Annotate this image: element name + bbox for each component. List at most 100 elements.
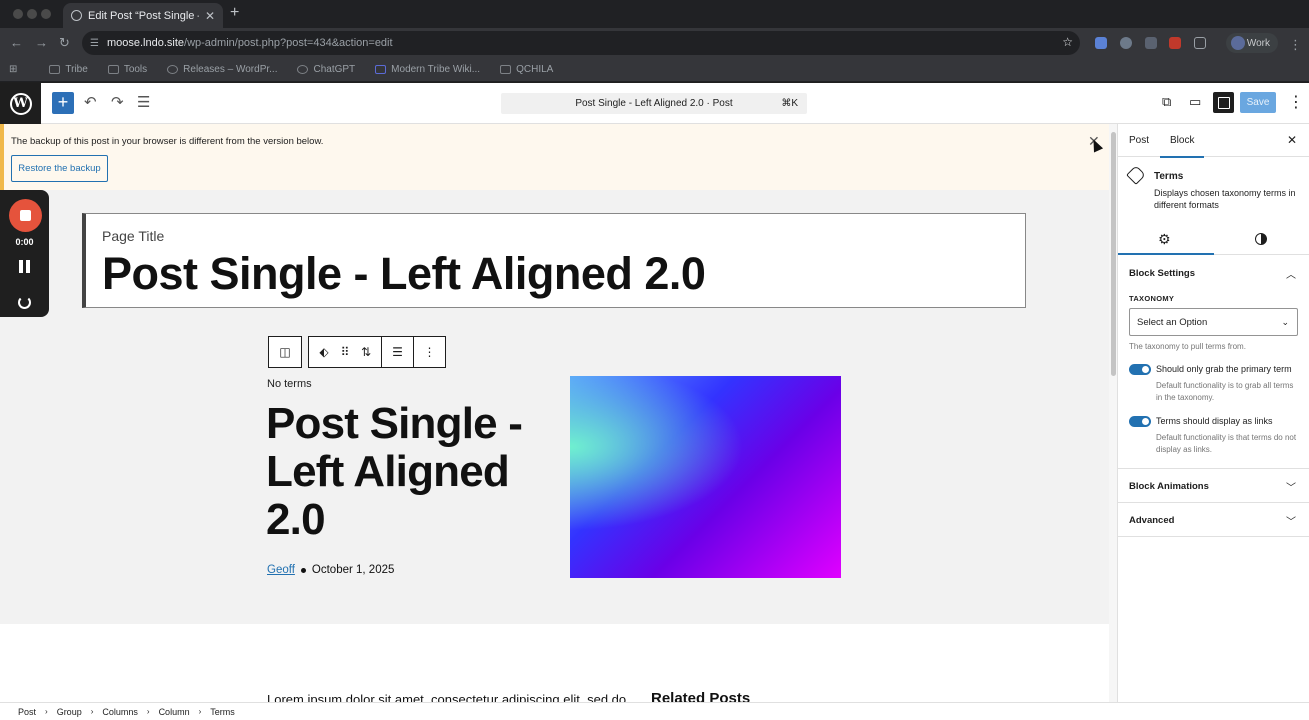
document-overview-icon[interactable]: ☰: [137, 94, 150, 112]
block-toolbar: ◫ ⬖ ⠿ ⇅ ☰ ⋮: [268, 336, 446, 368]
extension-icon[interactable]: [1120, 37, 1132, 49]
url-path: /wp-admin/post.php?post=434&action=edit: [184, 37, 393, 49]
new-tab-icon[interactable]: +: [230, 4, 239, 22]
restart-icon[interactable]: [18, 296, 31, 309]
window-minimize-button[interactable]: [27, 9, 37, 19]
settings-toggle-button[interactable]: [1213, 92, 1234, 113]
options-menu-icon[interactable]: ⋮: [1288, 92, 1304, 112]
tag-icon[interactable]: ⬖: [309, 337, 339, 367]
scrollbar-thumb[interactable]: [1111, 132, 1116, 376]
block-name: Terms: [1154, 171, 1184, 182]
site-info-icon[interactable]: ☰: [90, 38, 99, 49]
advanced-panel[interactable]: Advanced: [1129, 515, 1174, 526]
taxonomy-select[interactable]: Select an Option ⌄: [1129, 308, 1298, 336]
back-arrow-icon[interactable]: ←: [10, 35, 23, 50]
bookmark-item[interactable]: ChatGPT: [297, 64, 355, 75]
block-inserter-button[interactable]: +: [52, 92, 74, 114]
bookmark-star-icon[interactable]: ☆: [1062, 35, 1073, 49]
move-up-down-icon[interactable]: ⇅: [351, 337, 381, 367]
author-link[interactable]: Geoff: [267, 564, 295, 576]
bookmark-item[interactable]: QCHILA: [500, 64, 553, 75]
restore-backup-button[interactable]: Restore the backup: [11, 155, 108, 182]
page-title[interactable]: Post Single - Left Aligned 2.0: [102, 248, 706, 300]
bookmark-item[interactable]: Tribe: [49, 64, 88, 75]
block-settings-heading[interactable]: Block Settings: [1129, 268, 1195, 279]
breadcrumb-item[interactable]: Post: [18, 707, 36, 717]
url-host: moose.lndo.site: [106, 37, 185, 49]
folder-icon: [107, 65, 119, 74]
page-title-block[interactable]: Page Title Post Single - Left Aligned 2.…: [82, 213, 1026, 308]
pause-icon[interactable]: [19, 260, 30, 273]
wordpress-logo-button[interactable]: W: [0, 83, 41, 124]
extension-icon[interactable]: [1145, 37, 1157, 49]
chevron-right-icon: ›: [146, 707, 150, 716]
extension-icon[interactable]: [1095, 37, 1107, 49]
window-zoom-button[interactable]: [41, 9, 51, 19]
reload-icon[interactable]: ↻: [59, 35, 70, 51]
primary-term-toggle[interactable]: [1129, 364, 1151, 375]
tab-block[interactable]: Block: [1159, 135, 1206, 158]
editor-canvas[interactable]: The backup of this post in your browser …: [0, 124, 1109, 702]
block-description: Displays chosen taxonomy terms in differ…: [1154, 188, 1296, 210]
bookmark-item[interactable]: Releases – WordPr...: [167, 64, 277, 75]
tab-favicon-icon: [71, 10, 82, 21]
chatgpt-icon: [297, 65, 309, 74]
post-date: October 1, 2025: [311, 564, 395, 576]
chevron-down-icon[interactable]: ﹀: [1286, 513, 1296, 528]
drag-handle-icon[interactable]: ⠿: [339, 337, 351, 367]
forward-arrow-icon[interactable]: →: [35, 35, 48, 50]
terms-block[interactable]: No terms: [267, 378, 312, 390]
panel-divider: [1118, 536, 1309, 537]
gear-icon[interactable]: ⚙: [1158, 231, 1171, 248]
extension-icon[interactable]: [1169, 37, 1181, 49]
active-tab-indicator: [1118, 253, 1214, 255]
post-content-paragraph[interactable]: Lorem ipsum dolor sit amet, consectetur …: [267, 692, 626, 702]
post-title-heading[interactable]: Post Single - Left Aligned 2.0: [266, 400, 556, 544]
browser-tab-active[interactable]: Edit Post “Post Single – Left A ✕: [63, 3, 223, 28]
window-close-button[interactable]: [13, 9, 23, 19]
bookmark-item[interactable]: Tools: [107, 64, 147, 75]
profile-button[interactable]: Work: [1226, 33, 1278, 53]
block-options-icon[interactable]: ⋮: [413, 337, 445, 367]
undo-icon[interactable]: ↶: [84, 94, 97, 112]
links-label: Terms should display as links: [1156, 416, 1273, 426]
stop-recording-button[interactable]: [9, 199, 42, 232]
select-parent-icon[interactable]: ◫: [269, 337, 301, 367]
view-post-icon[interactable]: ⧉: [1162, 94, 1171, 110]
folder-icon: [500, 65, 512, 74]
tab-close-icon[interactable]: ✕: [205, 9, 215, 23]
address-bar[interactable]: ☰ moose.lndo.site/wp-admin/post.php?post…: [82, 31, 1080, 55]
breadcrumb-item[interactable]: Terms: [210, 707, 235, 717]
backup-notice: The backup of this post in your browser …: [0, 124, 1109, 190]
styles-icon[interactable]: [1255, 233, 1267, 245]
tab-post[interactable]: Post: [1129, 135, 1149, 146]
chevron-right-icon: ›: [198, 707, 202, 716]
browser-tab-strip: Edit Post “Post Single – Left A ✕ +: [0, 0, 1309, 28]
bookmark-item[interactable]: Modern Tribe Wiki...: [375, 64, 480, 75]
command-palette-bar[interactable]: Post Single - Left Aligned 2.0 · Post ⌘K: [501, 93, 807, 114]
apps-grid-icon[interactable]: ⊞: [9, 64, 17, 75]
redo-icon[interactable]: ↷: [111, 94, 124, 112]
close-icon[interactable]: ✕: [1287, 133, 1297, 147]
breadcrumb-item[interactable]: Column: [159, 707, 190, 717]
featured-image[interactable]: [570, 376, 841, 578]
canvas-scrollbar[interactable]: [1109, 124, 1118, 702]
command-shortcut: ⌘K: [781, 98, 798, 109]
preview-device-icon[interactable]: ▭: [1189, 94, 1201, 110]
align-icon[interactable]: ☰: [381, 337, 413, 367]
save-button[interactable]: Save: [1240, 92, 1276, 113]
breadcrumb-item[interactable]: Group: [57, 707, 82, 717]
breadcrumb-item[interactable]: Columns: [102, 707, 138, 717]
inspector-tabs: ⚙: [1118, 223, 1309, 255]
block-animations-panel[interactable]: Block Animations: [1129, 481, 1209, 492]
settings-sidebar: Post Block ✕ Terms Displays chosen taxon…: [1118, 124, 1309, 702]
taxonomy-label: TAXONOMY: [1129, 294, 1175, 303]
related-posts-heading[interactable]: Related Posts: [651, 690, 750, 702]
tag-icon: [1126, 165, 1146, 185]
chevron-up-icon[interactable]: ︿: [1286, 266, 1296, 281]
extensions-puzzle-icon[interactable]: [1194, 37, 1206, 49]
links-toggle[interactable]: [1129, 416, 1151, 427]
primary-term-help: Default functionality is to grab all ter…: [1156, 381, 1294, 402]
browser-menu-icon[interactable]: ⋮: [1289, 37, 1302, 53]
chevron-down-icon[interactable]: ﹀: [1286, 479, 1296, 494]
